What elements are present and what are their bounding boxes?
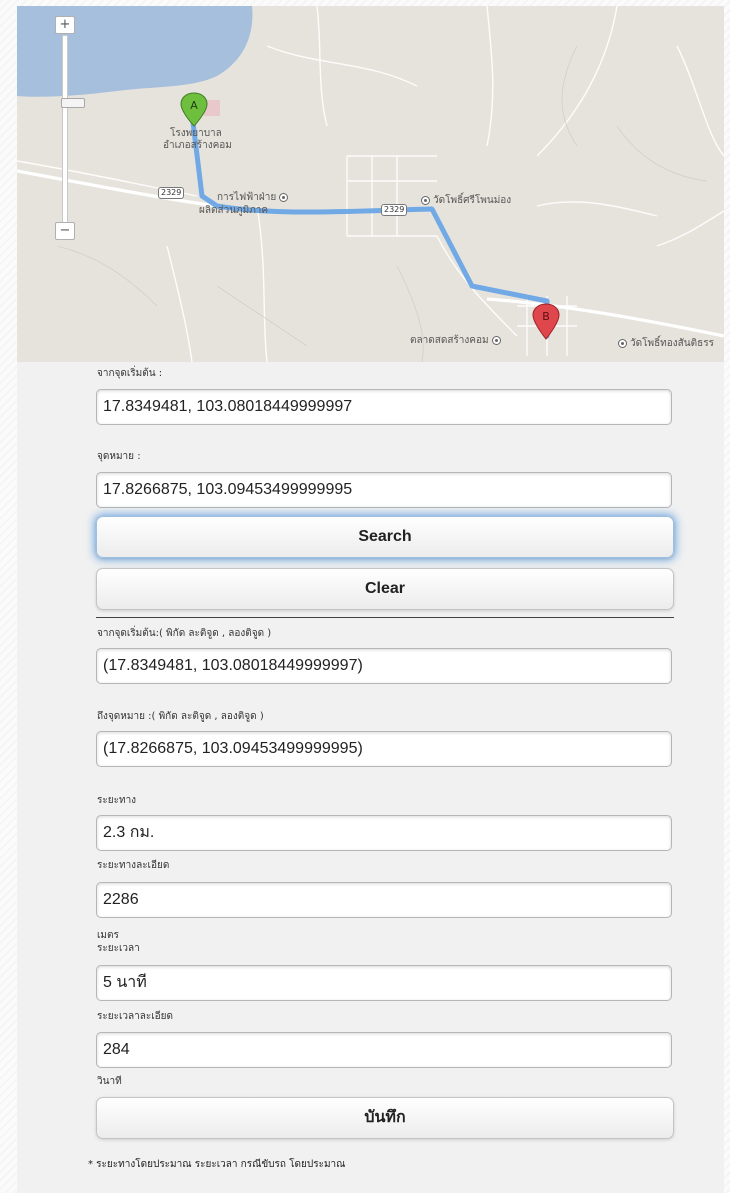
map-label-electricity-2: ผลิตส่วนภูมิภาค: [199, 205, 269, 216]
duration-field[interactable]: 5 นาที: [96, 965, 672, 1001]
duration-detail-field[interactable]: 284: [96, 1032, 672, 1068]
map-label-temple-1: วัดโพธิ์ศรีโพนม่อง: [421, 195, 511, 207]
duration-label: ระยะเวลา: [97, 943, 140, 954]
duration-detail-label: ระยะเวลาละเอียด: [97, 1011, 174, 1022]
market-text: ตลาดสดสร้างคอม: [410, 335, 489, 346]
map-label-hospital-2: อำเภอสร้างคอม: [163, 140, 232, 151]
marker-a[interactable]: A: [180, 92, 208, 127]
electricity-label-text: การไฟฟ้าฝ่าย: [217, 192, 277, 203]
map-label-market: ตลาดสดสร้างคอม: [410, 335, 504, 347]
map-label-hospital-1: โรงพยาบาล: [170, 128, 222, 139]
section-divider: [96, 617, 674, 618]
marker-b[interactable]: B: [532, 303, 560, 340]
temple-2-poi-icon: [618, 338, 627, 348]
marker-b-label: B: [542, 310, 550, 323]
temple-2-text: วัดโพธิ์ทองสันติธรร: [630, 338, 714, 349]
route-map[interactable]: A B โรงพยาบาล อำเภอสร้างคอม การไฟฟ้าฝ่าย…: [17, 6, 724, 362]
origin-input[interactable]: 17.8349481, 103.08018449999997: [96, 389, 672, 425]
map-label-electricity-1: การไฟฟ้าฝ่าย: [217, 192, 291, 204]
distance-detail-label: ระยะทางละเอียด: [97, 860, 170, 871]
origin-coord-field[interactable]: (17.8349481, 103.08018449999997): [96, 648, 672, 684]
route-shield-1: 2329: [158, 187, 185, 199]
search-button[interactable]: Search: [96, 516, 674, 558]
temple-1-text: วัดโพธิ์ศรีโพนม่อง: [433, 195, 512, 206]
route-line: [189, 111, 550, 339]
zoom-slider-handle[interactable]: [61, 98, 85, 108]
market-poi-icon: [491, 335, 501, 345]
origin-coord-label: จากจุดเริ่มต้น:( พิกัด ละติจูด , ลองติจู…: [97, 628, 272, 639]
electricity-poi-icon: [279, 192, 289, 202]
distance-unit-label: เมตร: [97, 930, 119, 941]
distance-field[interactable]: 2.3 กม.: [96, 815, 672, 851]
map-canvas[interactable]: A B: [17, 6, 724, 362]
map-label-temple-2: วัดโพธิ์ทองสันติธรร: [618, 338, 714, 350]
lake-shape: [17, 6, 253, 97]
distance-detail-field[interactable]: 2286: [96, 882, 672, 918]
zoom-slider-track[interactable]: [61, 35, 85, 223]
temple-1-poi-icon: [421, 195, 430, 205]
destination-label: จุดหมาย :: [97, 451, 141, 462]
distance-label: ระยะทาง: [97, 795, 137, 806]
destination-input[interactable]: 17.8266875, 103.09453499999995: [96, 472, 672, 508]
footnote: * ระยะทางโดยประมาณ ระยะเวลา กรณีขับรถ โด…: [88, 1159, 346, 1170]
zoom-out-button[interactable]: −: [55, 222, 75, 240]
marker-a-label: A: [190, 99, 198, 112]
save-button[interactable]: บันทึก: [96, 1097, 674, 1139]
clear-button[interactable]: Clear: [96, 568, 674, 610]
dest-coord-label: ถึงจุดหมาย :( พิกัด ละติจูด , ลองติจูด ): [97, 711, 264, 722]
zoom-in-button[interactable]: +: [55, 16, 75, 34]
origin-label: จากจุดเริ่มต้น :: [97, 368, 163, 379]
dest-coord-field[interactable]: (17.8266875, 103.09453499999995): [96, 731, 672, 767]
duration-unit-label: วินาที: [97, 1076, 122, 1087]
route-shield-2: 2329: [381, 204, 408, 216]
